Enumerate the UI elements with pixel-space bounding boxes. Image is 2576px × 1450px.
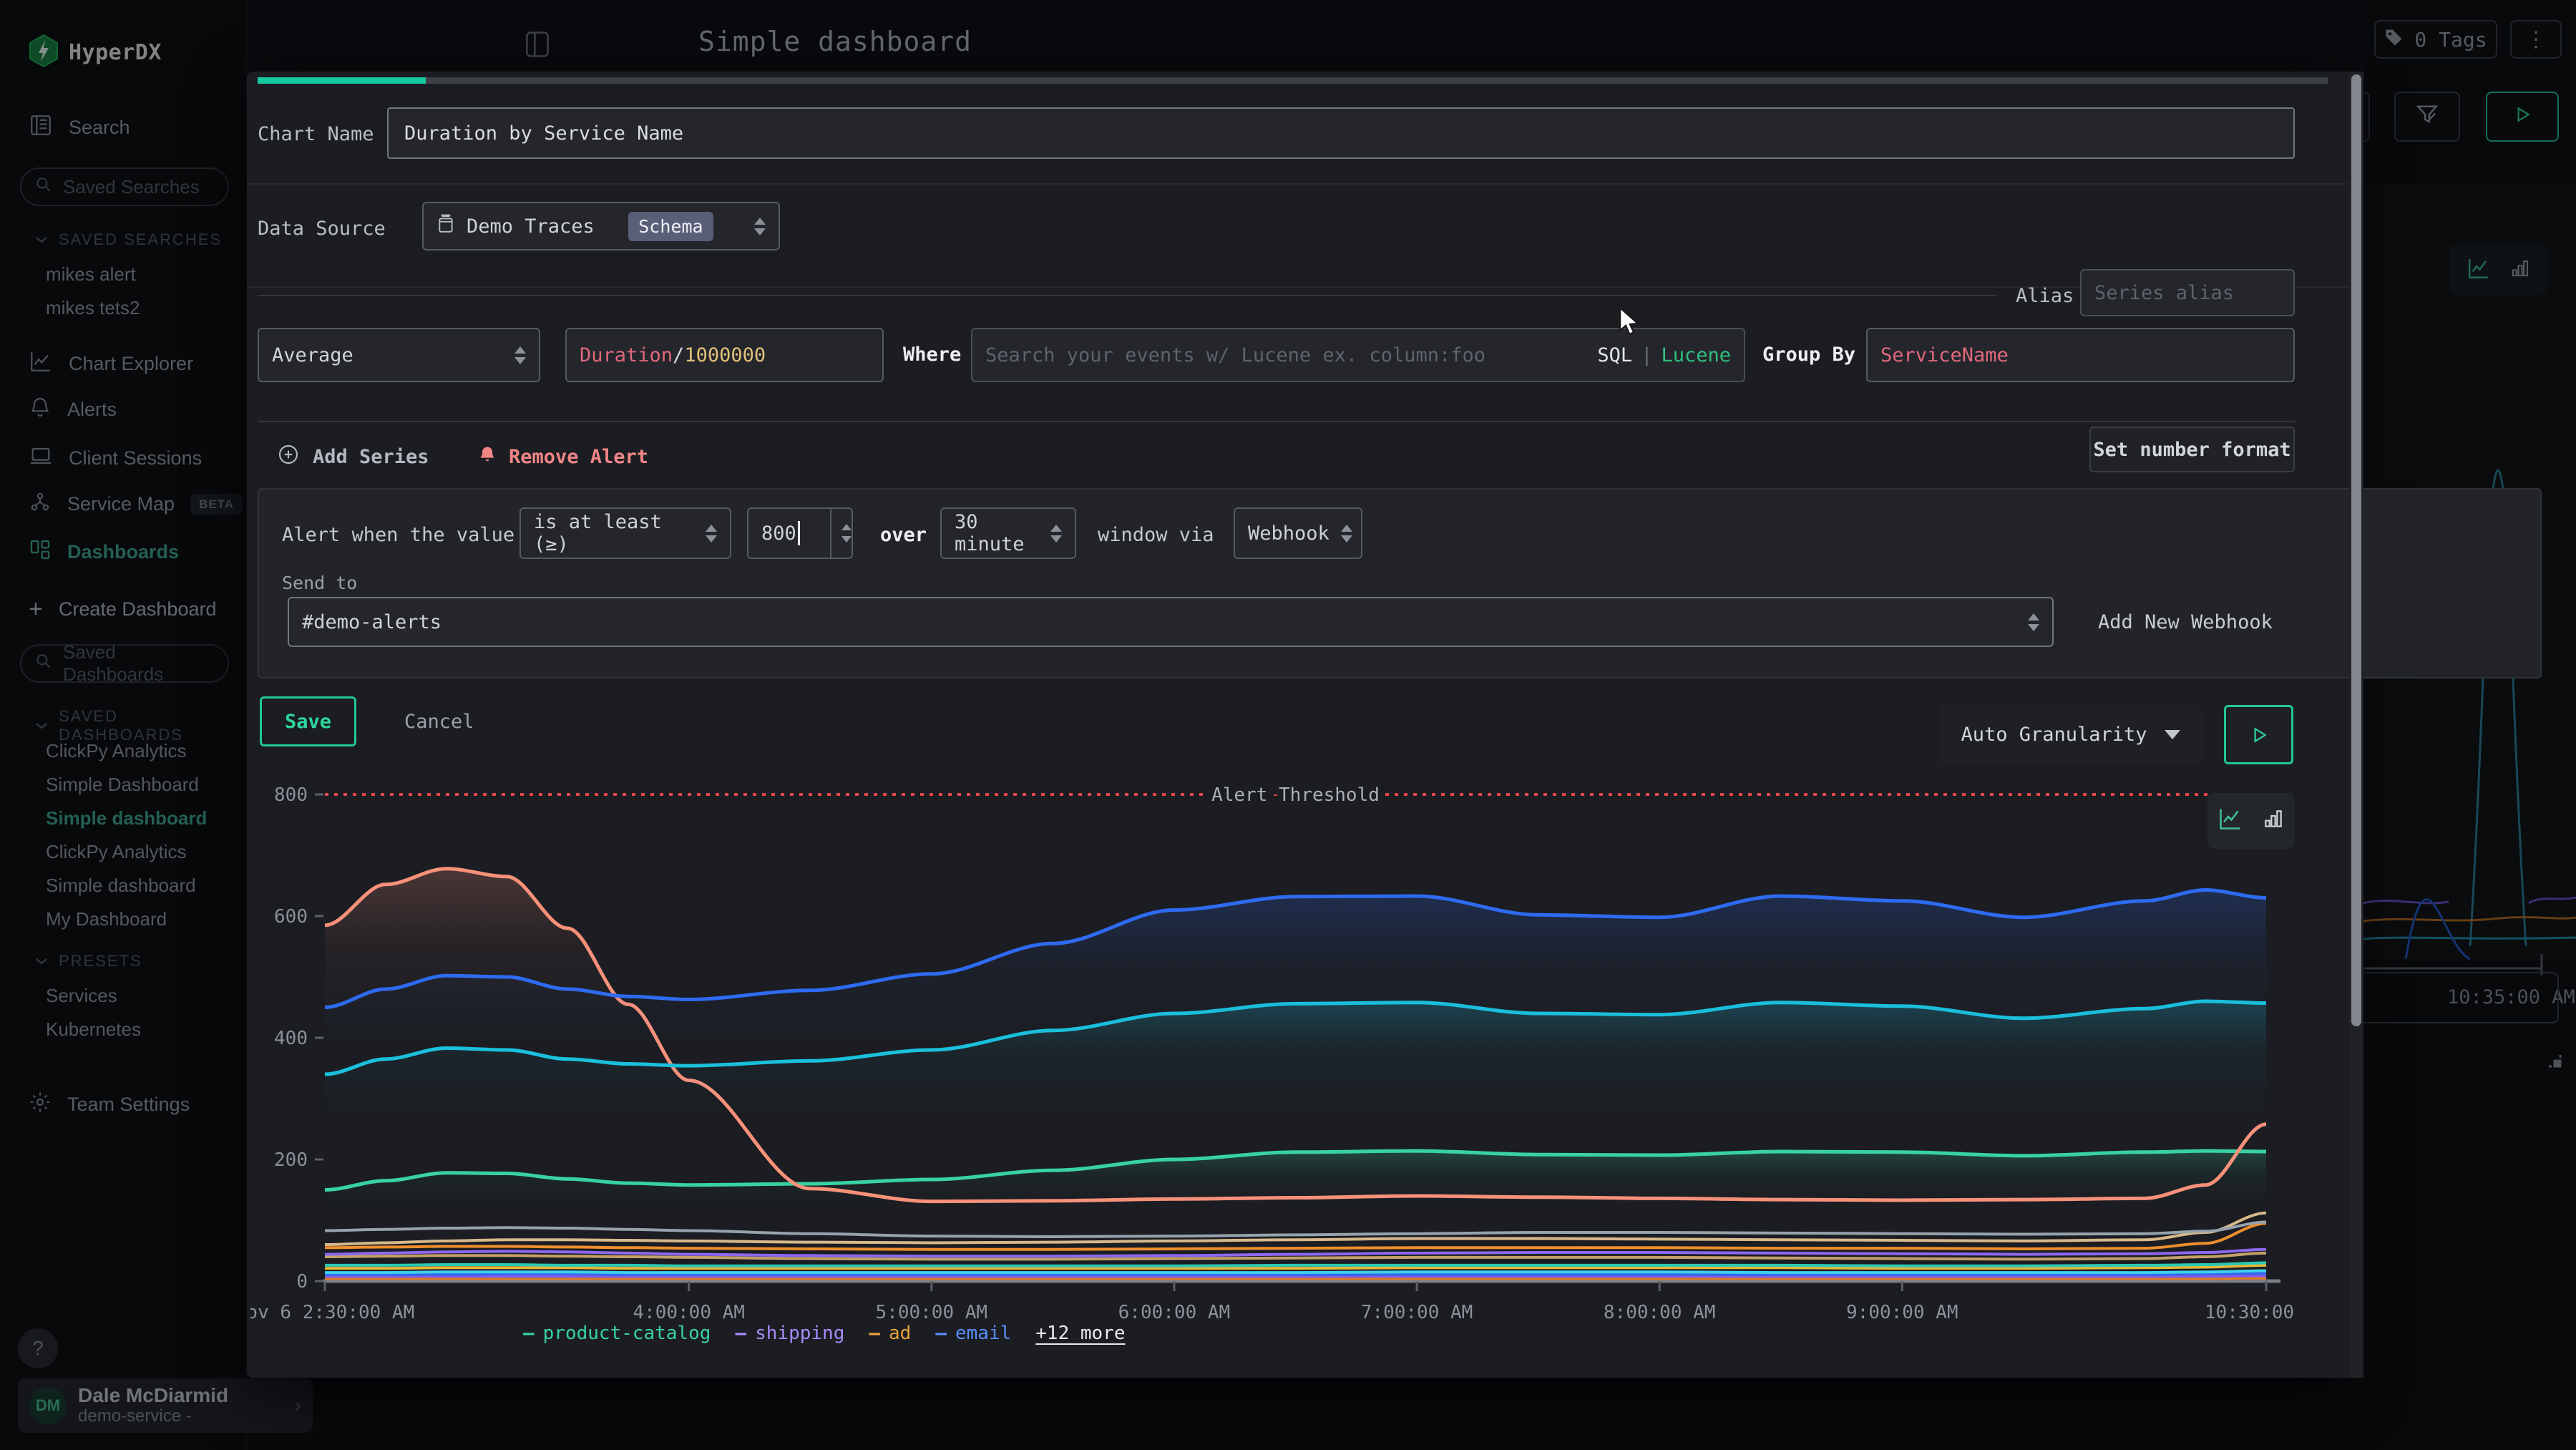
select-chevrons-icon [503, 346, 526, 364]
progress-fill [258, 77, 426, 84]
modal-scrollbar[interactable] [2349, 72, 2363, 1378]
svg-text:4:00:00 AM: 4:00:00 AM [633, 1302, 745, 1323]
save-button[interactable]: Save [260, 696, 356, 746]
svg-text:10:30:00 AM: 10:30:00 AM [2205, 1302, 2304, 1323]
legend-item: —email [935, 1323, 1011, 1344]
alert-bell-icon [477, 444, 497, 470]
select-chevrons-icon [1330, 525, 1352, 542]
duration-chart[interactable]: 0 200 400 600 800 Nov 6 2:30:00 AM 4:00:00 AM 5… [250, 780, 2304, 1346]
group-by-label: Group By [1762, 344, 1855, 366]
webhook-select[interactable]: #demo-alerts [288, 597, 2054, 647]
svg-text:6:00:00 AM: 6:00:00 AM [1118, 1302, 1231, 1323]
select-chevrons-icon [2016, 613, 2039, 631]
svg-text:Nov 6 2:30:00 AM: Nov 6 2:30:00 AM [250, 1302, 414, 1323]
svg-text:7:00:00 AM: 7:00:00 AM [1361, 1302, 1473, 1323]
screen: HyperDX Search Saved Searches SAVED SEAR… [0, 0, 2576, 1450]
svg-text:200: 200 [274, 1149, 308, 1171]
database-icon [436, 213, 455, 240]
expression-input[interactable]: Duration/1000000 [565, 328, 884, 382]
svg-text:800: 800 [274, 784, 308, 806]
alert-window-select[interactable]: 30 minute [940, 507, 1076, 559]
legend-item: —product-catalog [523, 1323, 711, 1344]
schema-badge: Schema [628, 212, 713, 241]
group-by-input[interactable]: ServiceName [1866, 328, 2295, 382]
chart-legend: —product-catalog —shipping —ad —email +12 mo… [523, 1323, 1126, 1344]
svg-text:400: 400 [274, 1028, 308, 1049]
legend-item: —shipping [735, 1323, 844, 1344]
cancel-button[interactable]: Cancel [404, 711, 474, 733]
mouse-cursor [1616, 306, 1644, 342]
set-number-format-button[interactable]: Set number format [2089, 427, 2295, 472]
edit-chart-modal: Chart Name Duration by Service Name Data… [247, 72, 2349, 1378]
plus-circle-icon [277, 443, 300, 471]
line-chart-icon[interactable] [2218, 806, 2243, 837]
chart-name-input[interactable]: Duration by Service Name [387, 107, 2295, 159]
add-series-button[interactable]: Add Series [277, 435, 429, 478]
svg-text:5:00:00 AM: 5:00:00 AM [876, 1302, 988, 1323]
alias-label: Alias [2016, 285, 2074, 307]
remove-alert-button[interactable]: Remove Alert [477, 435, 648, 478]
alert-condition-select[interactable]: is at least (≥) [519, 507, 731, 559]
legend-more[interactable]: +12 more [1035, 1323, 1125, 1344]
alias-input[interactable]: Series alias [2080, 269, 2295, 316]
alert-prefix: Alert when the value [282, 510, 514, 560]
aggregation-select[interactable]: Average [258, 328, 540, 382]
where-label: Where [903, 344, 961, 366]
chart-name-label: Chart Name [258, 123, 374, 145]
data-source-select[interactable]: Demo Traces Schema [422, 202, 780, 250]
alert-panel: Alert when the value is at least (≥) 800… [258, 488, 2542, 678]
granularity-select[interactable]: Auto Granularity [1939, 705, 2202, 764]
legend-item: —ad [869, 1323, 911, 1344]
over-label: over [880, 510, 927, 560]
caret-down-icon [2165, 730, 2180, 739]
alert-threshold-input[interactable]: 800 [747, 507, 853, 559]
select-chevrons-icon [747, 218, 766, 235]
add-new-webhook-button[interactable]: Add New Webhook [2098, 597, 2273, 647]
run-chart-button[interactable] [2224, 705, 2293, 764]
bar-chart-icon[interactable] [2262, 807, 2285, 835]
data-source-label: Data Source [258, 218, 386, 240]
select-chevrons-icon [1039, 525, 1062, 542]
svg-text:9:00:00 AM: 9:00:00 AM [1846, 1302, 1958, 1323]
text-caret [798, 521, 800, 545]
modal-scrollbar-thumb[interactable] [2351, 74, 2361, 1026]
play-icon [2250, 725, 2268, 745]
select-chevrons-icon [694, 525, 717, 542]
sql-toggle[interactable]: SQL [1597, 344, 1632, 366]
svg-text:Alert Threshold: Alert Threshold [1211, 784, 1380, 806]
svg-text:600: 600 [274, 906, 308, 928]
svg-text:8:00:00 AM: 8:00:00 AM [1604, 1302, 1716, 1323]
alert-channel-select[interactable]: Webhook [1234, 507, 1362, 559]
via-label: window via [1098, 510, 1214, 560]
lucene-toggle[interactable]: Lucene [1661, 344, 1731, 366]
modal-chart-toggle [2207, 793, 2295, 849]
send-to-label: Send to [282, 573, 357, 593]
number-spinner-icon[interactable] [830, 509, 852, 558]
progress-track [258, 77, 2328, 84]
svg-text:0: 0 [296, 1271, 308, 1293]
